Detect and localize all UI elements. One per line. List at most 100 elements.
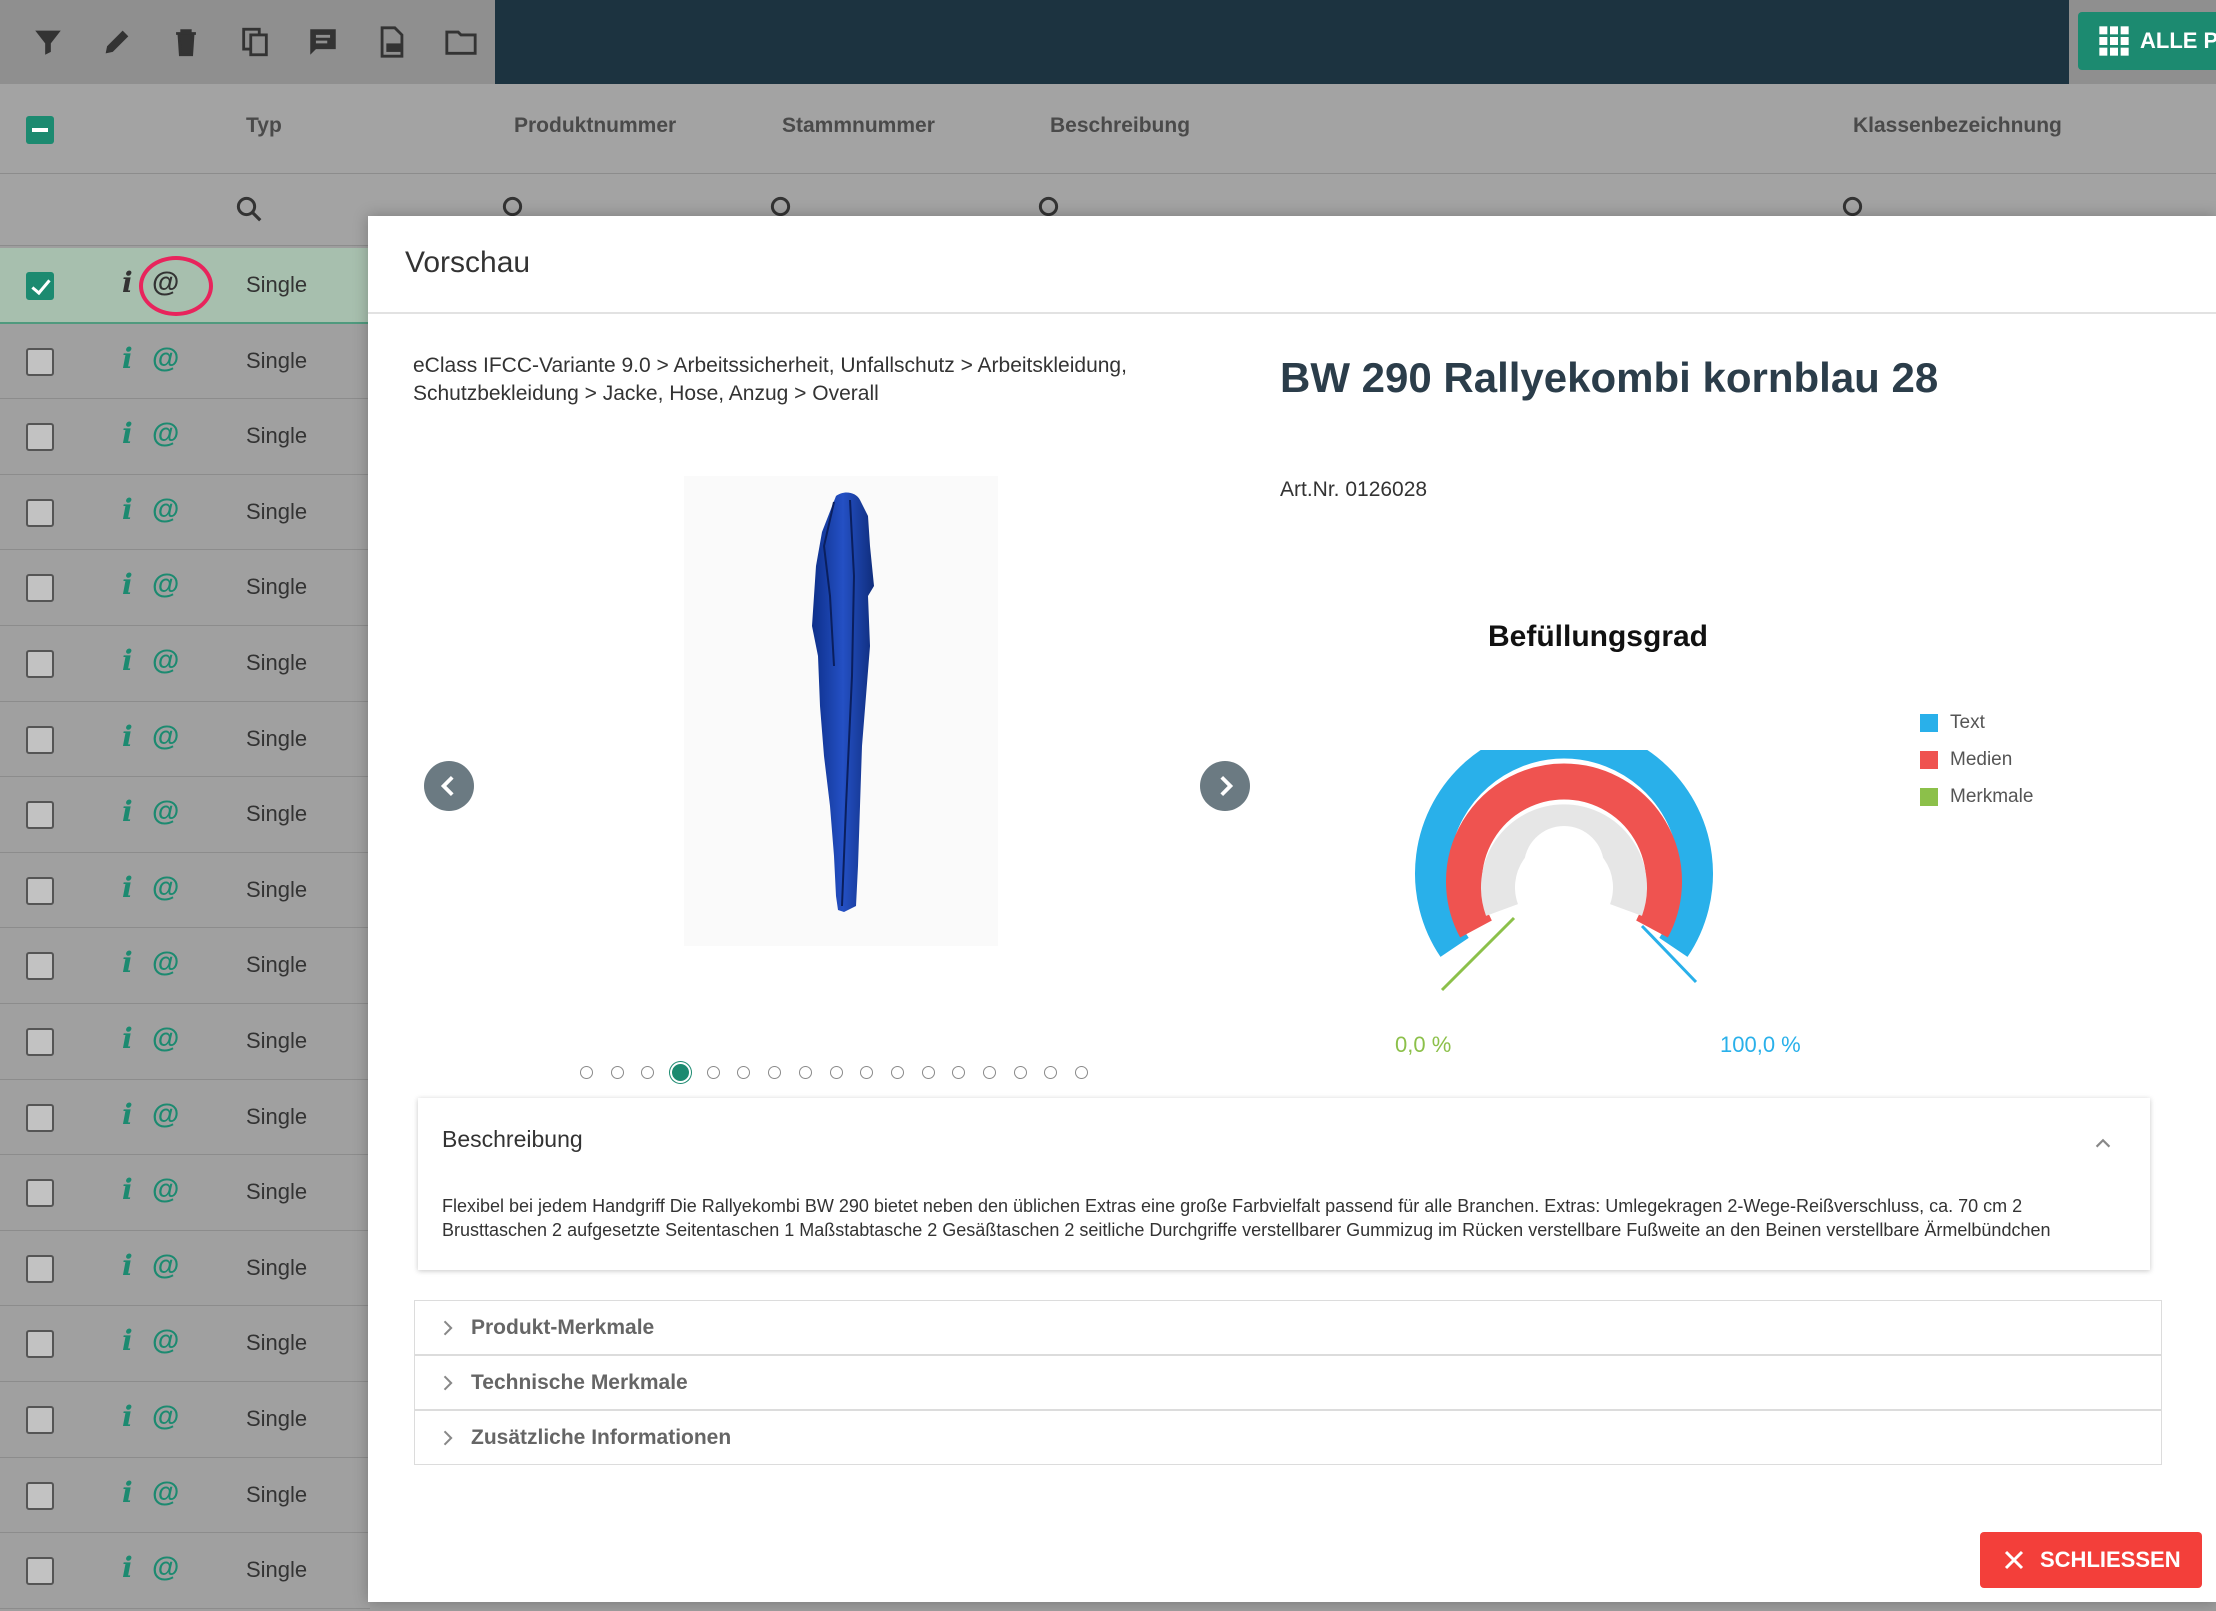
info-icon[interactable]: i [122,644,133,677]
carousel-dot[interactable] [860,1066,874,1079]
filter-button[interactable] [14,0,83,84]
comment-button[interactable] [289,0,358,84]
legend-item[interactable]: Merkmale [1920,778,2033,815]
info-icon[interactable]: i [122,1400,133,1433]
info-icon[interactable]: i [122,1249,133,1282]
carousel-dot[interactable] [580,1066,593,1079]
accordion-produkt-merkmale[interactable]: Produkt-Merkmale [414,1300,2162,1355]
column-header-klassenbezeichnung[interactable]: Klassenbezeichnung [1853,114,2062,138]
table-row[interactable]: i @ Single [0,852,370,929]
delete-button[interactable] [151,0,220,84]
at-icon[interactable]: @ [152,644,179,676]
row-checkbox[interactable] [26,1254,54,1283]
accordion-zusaetzliche-informationen[interactable]: Zusätzliche Informationen [414,1410,2162,1465]
at-icon[interactable]: @ [152,1249,179,1281]
info-icon[interactable]: i [122,1476,133,1509]
table-row[interactable]: i @ Single [0,1230,370,1307]
legend-item[interactable]: Medien [1920,741,2033,778]
carousel-dot[interactable] [921,1066,935,1079]
legend-item[interactable]: Text [1920,704,2033,741]
row-checkbox[interactable] [26,498,54,527]
carousel-dot[interactable] [982,1066,996,1079]
row-checkbox[interactable] [26,1179,54,1208]
carousel-dot[interactable] [641,1066,655,1079]
row-checkbox[interactable] [26,649,54,678]
carousel-next-button[interactable] [1200,761,1250,811]
all-products-button[interactable]: ALLE P [2078,12,2216,70]
row-checkbox[interactable] [26,1027,54,1056]
description-title[interactable]: Beschreibung [442,1126,583,1153]
carousel-dot[interactable] [829,1066,843,1079]
table-row[interactable]: i @ Single [0,625,370,702]
table-row[interactable]: i @ Single [0,248,370,324]
at-icon[interactable]: @ [152,1022,179,1054]
at-icon[interactable]: @ [152,342,179,374]
info-icon[interactable]: i [122,795,133,828]
carousel-dot[interactable] [768,1066,782,1079]
table-row[interactable]: i @ Single [0,928,370,1004]
at-icon[interactable]: @ [152,417,179,449]
at-icon[interactable]: @ [152,1173,179,1205]
table-row[interactable]: i @ Single [0,323,370,400]
at-icon[interactable]: @ [152,1400,179,1432]
info-icon[interactable]: i [122,1098,133,1131]
search-icon[interactable] [234,194,264,224]
info-icon[interactable]: i [122,946,133,979]
info-icon[interactable]: i [122,1324,133,1357]
carousel-dot[interactable] [1013,1066,1027,1079]
carousel-dot[interactable] [1044,1066,1058,1079]
table-row[interactable]: i @ Single [0,1381,370,1458]
table-row[interactable]: i @ Single [0,777,370,853]
at-icon[interactable]: @ [152,1551,179,1583]
column-header-stammnummer[interactable]: Stammnummer [782,114,935,138]
row-checkbox[interactable] [26,876,54,905]
table-row[interactable]: i @ Single [0,1003,370,1080]
table-row[interactable]: i @ Single [0,1155,370,1231]
select-all-checkbox[interactable] [26,116,54,144]
carousel-dot[interactable] [610,1066,624,1079]
row-checkbox[interactable] [26,1330,54,1359]
table-row[interactable]: i @ Single [0,474,370,551]
carousel-dot[interactable] [798,1066,812,1079]
table-row[interactable]: i @ Single [0,1306,370,1382]
info-icon[interactable]: i [122,1173,133,1206]
carousel-dot[interactable] [706,1066,720,1079]
table-row[interactable]: i @ Single [0,1457,370,1534]
row-checkbox[interactable] [26,1557,54,1586]
carousel-dot[interactable] [672,1064,690,1081]
accordion-technische-merkmale[interactable]: Technische Merkmale [414,1355,2162,1410]
info-icon[interactable]: i [122,342,133,375]
at-icon[interactable]: @ [152,1476,179,1508]
column-header-beschreibung[interactable]: Beschreibung [1050,114,1190,138]
row-checkbox[interactable] [26,1481,54,1510]
carousel-dot[interactable] [737,1066,751,1079]
table-row[interactable]: i @ Single [0,399,370,475]
table-row[interactable]: i @ Single [0,1533,370,1609]
at-icon[interactable]: @ [152,493,179,525]
column-header-typ[interactable]: Typ [246,114,282,138]
row-checkbox[interactable] [26,801,54,830]
info-icon[interactable]: i [122,1022,133,1055]
carousel-dot[interactable] [952,1066,966,1079]
copy-button[interactable] [220,0,289,84]
info-icon[interactable]: i [122,417,133,450]
row-checkbox[interactable] [26,725,54,754]
folder-button[interactable] [426,0,495,84]
row-checkbox[interactable] [26,272,54,300]
column-header-produktnummer[interactable]: Produktnummer [514,114,676,138]
table-row[interactable]: i @ Single [0,550,370,626]
row-checkbox[interactable] [26,1103,54,1132]
close-button[interactable]: SCHLIESSEN [1980,1532,2202,1588]
chevron-up-icon[interactable] [2092,1132,2114,1154]
at-icon[interactable]: @ [152,946,179,978]
table-row[interactable]: i @ Single [0,701,370,778]
carousel-prev-button[interactable] [424,761,474,811]
carousel-dot[interactable] [890,1066,904,1079]
at-icon[interactable]: @ [152,568,179,600]
row-checkbox[interactable] [26,423,54,452]
row-checkbox[interactable] [26,347,54,376]
at-icon[interactable]: @ [152,1324,179,1356]
info-icon[interactable]: i [122,568,133,601]
info-icon[interactable]: i [122,720,133,753]
export-button[interactable] [358,0,427,84]
